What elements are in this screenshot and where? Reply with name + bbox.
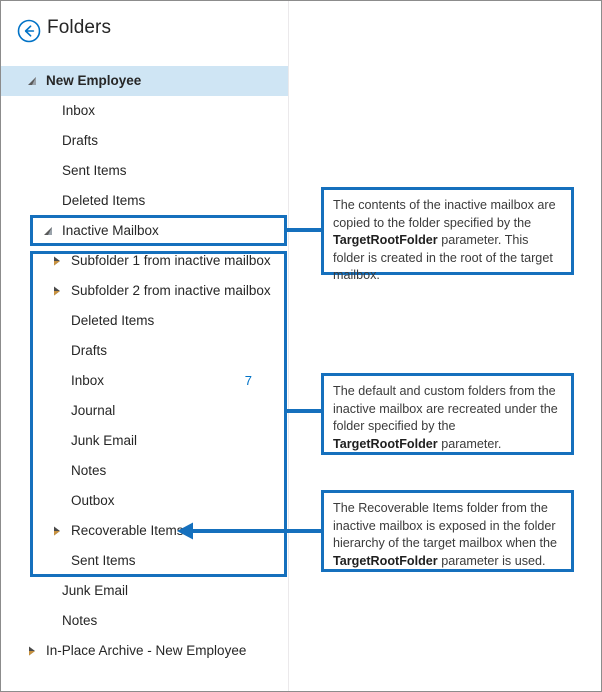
tree-item-junk-email[interactable]: Junk Email xyxy=(1,576,288,606)
tree-item-label: Inbox xyxy=(71,373,105,388)
tree-item-label: In-Place Archive - New Employee xyxy=(46,643,247,658)
tree-item-label: Junk Email xyxy=(71,433,138,448)
callout-target-root-folder: The contents of the inactive mailbox are… xyxy=(321,187,574,282)
tree-item-drafts[interactable]: Drafts xyxy=(1,336,288,366)
tree-item-unread-count: 7 xyxy=(244,373,252,388)
chevron-down-icon[interactable] xyxy=(27,76,37,86)
callout-3-text: The Recoverable Items folder from the in… xyxy=(333,501,558,568)
callout-2-text: The default and custom folders from the … xyxy=(333,384,558,451)
tree-item-label: Inactive Mailbox xyxy=(62,223,159,238)
chevron-right-icon[interactable] xyxy=(52,286,62,296)
folders-screenshot: Folders New Employee Inbox Drafts Sent Item… xyxy=(0,0,602,692)
tree-item-notes[interactable]: Notes xyxy=(1,456,288,486)
tree-item-deleted-items[interactable]: Deleted Items xyxy=(1,186,288,216)
tree-item-sent-items[interactable]: Sent Items xyxy=(1,546,288,576)
tree-item-label: Outbox xyxy=(71,493,115,508)
tree-item-subfolder-1-from-inactive-mailbox[interactable]: Subfolder 1 from inactive mailbox xyxy=(1,246,288,276)
tree-item-inactive-mailbox[interactable]: Inactive Mailbox xyxy=(1,216,288,246)
connector-line-3 xyxy=(189,529,321,533)
back-circle-arrow-icon[interactable] xyxy=(17,19,41,43)
tree-item-label: Drafts xyxy=(71,343,108,358)
tree-item-label: Drafts xyxy=(62,133,99,148)
callout-parameter-name: TargetRootFolder xyxy=(333,233,438,247)
connector-line-1 xyxy=(287,228,321,232)
tree-item-notes[interactable]: Notes xyxy=(1,606,288,636)
tree-item-label: Sent Items xyxy=(71,553,136,568)
callout-parameter-name: TargetRootFolder xyxy=(333,553,438,568)
tree-item-label: Deleted Items xyxy=(62,193,146,208)
tree-item-label: New Employee xyxy=(46,73,142,88)
folder-tree-panel[interactable]: New Employee Inbox Drafts Sent Items Deleted… xyxy=(1,61,288,691)
callout-default-custom-folders: The default and custom folders from the … xyxy=(321,373,574,455)
arrow-head-icon xyxy=(177,521,195,546)
tree-item-label: Junk Email xyxy=(62,583,129,598)
connector-line-2 xyxy=(287,409,321,413)
tree-item-in-place-archive-new-employee[interactable]: In-Place Archive - New Employee xyxy=(1,636,288,666)
tree-item-outbox[interactable]: Outbox xyxy=(1,486,288,516)
tree-item-label: Notes xyxy=(71,463,107,478)
tree-item-label: Inbox xyxy=(62,103,96,118)
panel-divider xyxy=(288,1,289,691)
panel-header: Folders xyxy=(1,1,288,61)
tree-item-label: Journal xyxy=(71,403,116,418)
chevron-right-icon[interactable] xyxy=(27,646,37,656)
tree-item-label: Recoverable Items xyxy=(71,523,184,538)
tree-item-inbox[interactable]: Inbox xyxy=(1,96,288,126)
callout-1-text: The contents of the inactive mailbox are… xyxy=(333,198,556,282)
page-title: Folders xyxy=(47,17,112,38)
tree-item-journal[interactable]: Journal xyxy=(1,396,288,426)
tree-item-label: Subfolder 1 from inactive mailbox xyxy=(71,253,271,268)
tree-item-label: Notes xyxy=(62,613,98,628)
tree-item-deleted-items[interactable]: Deleted Items xyxy=(1,306,288,336)
tree-item-drafts[interactable]: Drafts xyxy=(1,126,288,156)
chevron-down-icon[interactable] xyxy=(43,226,53,236)
tree-item-new-employee[interactable]: New Employee xyxy=(1,66,288,96)
chevron-right-icon[interactable] xyxy=(52,256,62,266)
tree-item-label: Sent Items xyxy=(62,163,127,178)
callout-recoverable-items: The Recoverable Items folder from the in… xyxy=(321,490,574,572)
callout-parameter-name: TargetRootFolder xyxy=(333,436,438,451)
tree-item-subfolder-2-from-inactive-mailbox[interactable]: Subfolder 2 from inactive mailbox xyxy=(1,276,288,306)
tree-item-label: Subfolder 2 from inactive mailbox xyxy=(71,283,271,298)
tree-item-label: Deleted Items xyxy=(71,313,155,328)
tree-item-junk-email[interactable]: Junk Email xyxy=(1,426,288,456)
tree-item-inbox[interactable]: Inbox 7 xyxy=(1,366,288,396)
tree-item-sent-items[interactable]: Sent Items xyxy=(1,156,288,186)
chevron-right-icon[interactable] xyxy=(52,526,62,536)
